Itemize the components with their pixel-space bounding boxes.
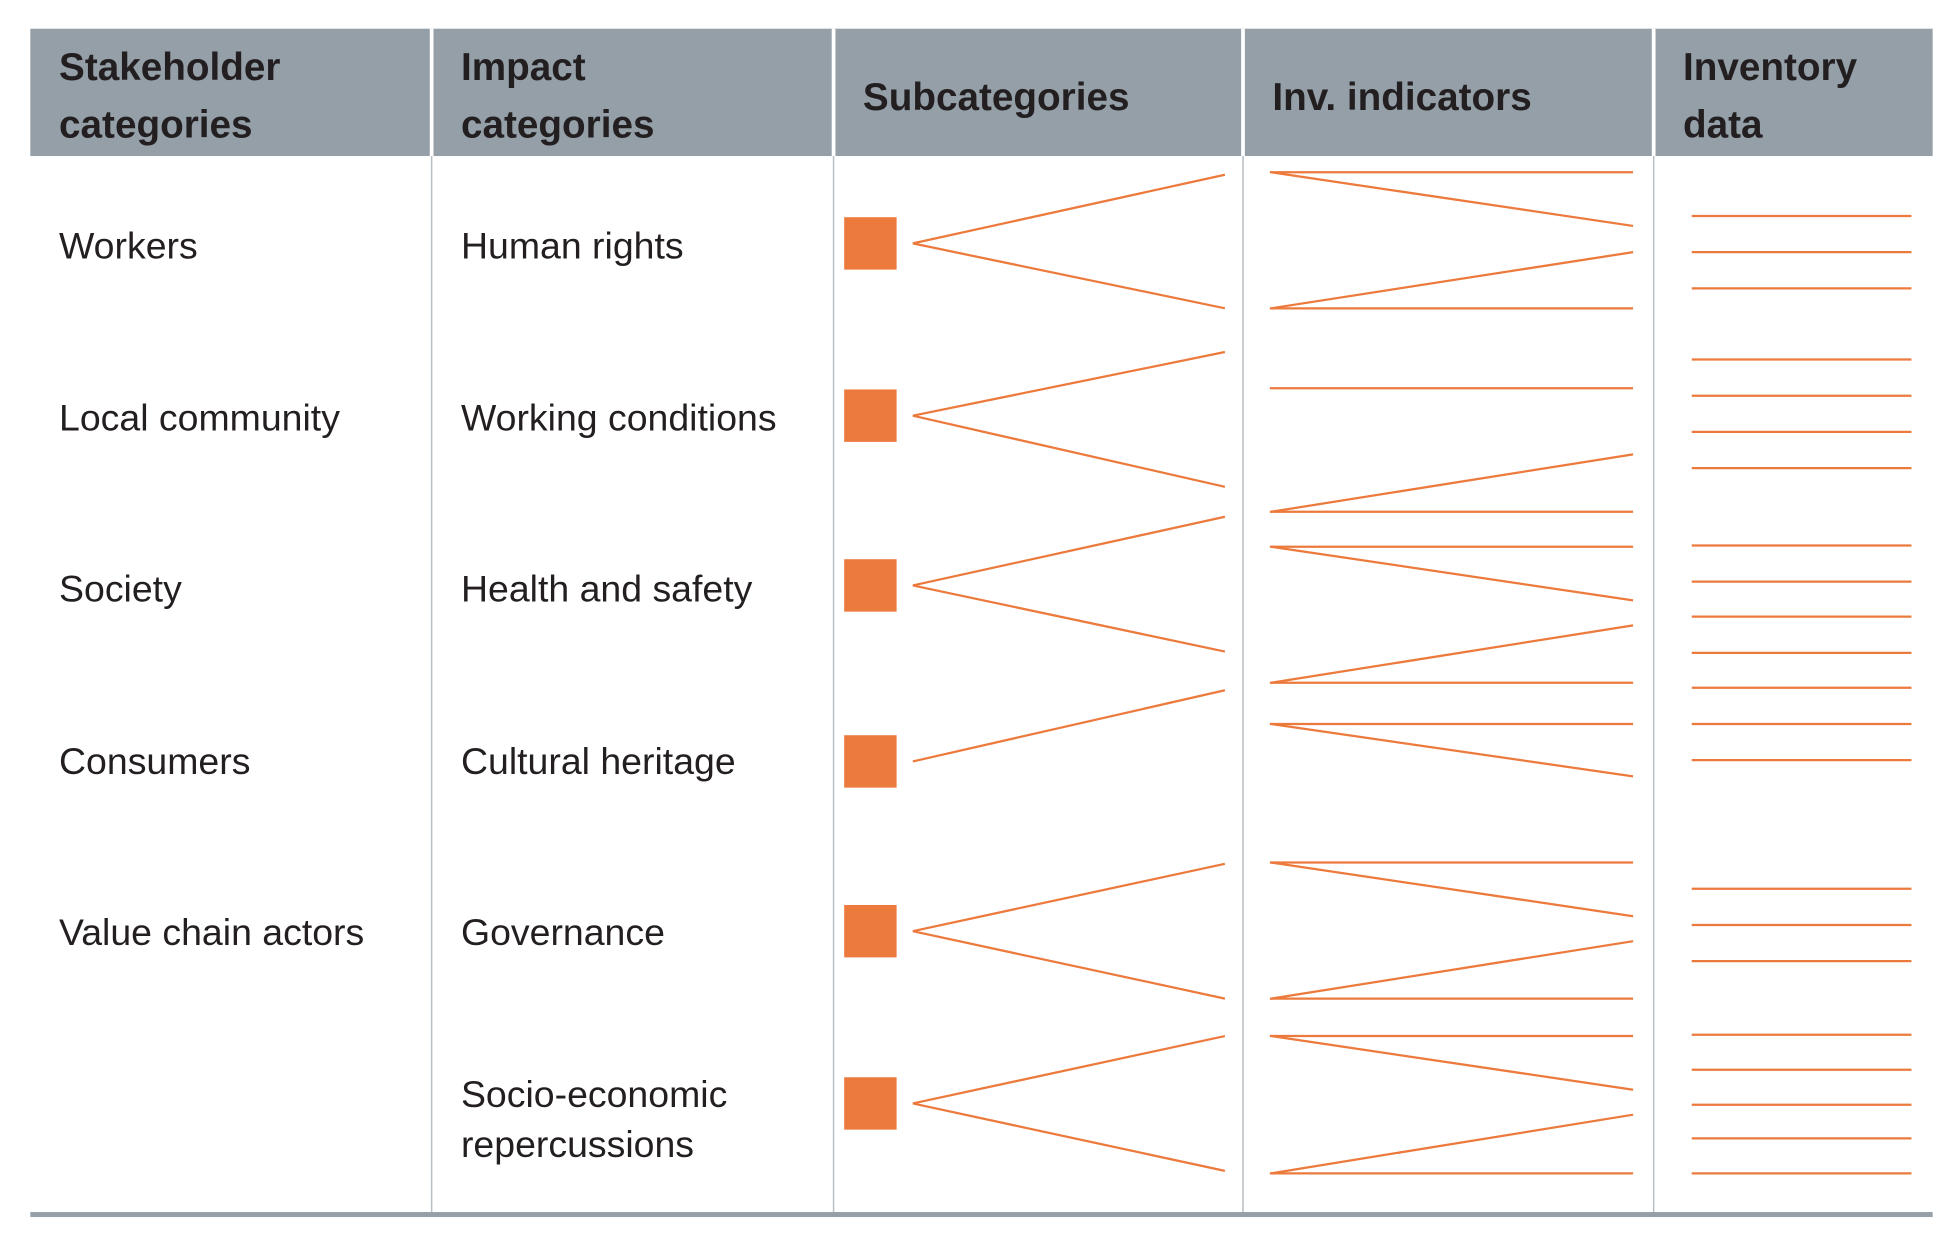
subcategory-branch bbox=[912, 689, 1226, 763]
stakeholder-category: Value chain actors bbox=[59, 911, 364, 953]
stakeholder-category: Local community bbox=[59, 397, 340, 439]
subcategory-branch bbox=[912, 515, 1226, 587]
indicator-branch bbox=[1270, 1034, 1634, 1091]
subcategory-marker bbox=[844, 217, 897, 270]
impact-category: repercussions bbox=[461, 1123, 694, 1165]
impact-category: Human rights bbox=[461, 224, 684, 266]
lca-framework-diagram: Stakeholder categories Impact categories Sub… bbox=[30, 28, 1933, 1218]
column-header: Impact bbox=[461, 46, 586, 89]
subcategory-marker bbox=[844, 1077, 897, 1130]
impact-category: Socio-economic bbox=[461, 1073, 727, 1115]
indicator-branch bbox=[1270, 861, 1634, 918]
column-header: data bbox=[1683, 103, 1763, 146]
subcategory-marker bbox=[844, 904, 897, 958]
bottom-rule bbox=[30, 1212, 1933, 1218]
indicator-branch bbox=[1270, 624, 1634, 684]
stakeholder-category: Consumers bbox=[59, 740, 250, 782]
stakeholder-category: Workers bbox=[59, 224, 198, 266]
impact-category: Working conditions bbox=[461, 397, 777, 439]
column-header: categories bbox=[59, 103, 253, 146]
subcategory-branch bbox=[912, 242, 1226, 310]
stakeholder-category: Society bbox=[59, 568, 182, 610]
header-gap bbox=[1241, 28, 1245, 157]
impact-category: Health and safety bbox=[461, 568, 753, 610]
impact-category: Governance bbox=[461, 911, 665, 953]
indicator-branch bbox=[1270, 722, 1634, 778]
column-header: categories bbox=[461, 103, 655, 146]
impact-category: Cultural heritage bbox=[461, 740, 736, 782]
subcategory-marker bbox=[844, 735, 897, 788]
header-gap bbox=[1651, 28, 1656, 157]
column-header: Inv. indicators bbox=[1272, 76, 1531, 119]
indicator-branch bbox=[1270, 940, 1634, 1000]
subcategory-marker bbox=[844, 559, 897, 612]
subcategory-branch bbox=[912, 1034, 1226, 1105]
subcategory-branch bbox=[912, 1102, 1226, 1172]
indicator-branch bbox=[1270, 453, 1634, 513]
subcategory-branch bbox=[912, 414, 1226, 488]
indicator-branch bbox=[1270, 1113, 1634, 1175]
indicator-branch bbox=[1270, 171, 1634, 228]
subcategory-branch bbox=[912, 862, 1226, 933]
subcategory-branch bbox=[912, 173, 1226, 245]
subcategory-marker bbox=[844, 389, 897, 442]
indicator-branch bbox=[1270, 251, 1634, 310]
header-gap bbox=[831, 28, 836, 157]
column-header: Stakeholder bbox=[59, 46, 280, 89]
header-gap bbox=[429, 28, 434, 157]
column-header: Inventory bbox=[1683, 46, 1858, 89]
column-header: Subcategories bbox=[863, 76, 1130, 119]
subcategory-branch bbox=[912, 584, 1226, 653]
indicator-branch bbox=[1270, 545, 1634, 602]
subcategory-branch bbox=[912, 350, 1226, 417]
subcategory-branch bbox=[912, 930, 1226, 1000]
